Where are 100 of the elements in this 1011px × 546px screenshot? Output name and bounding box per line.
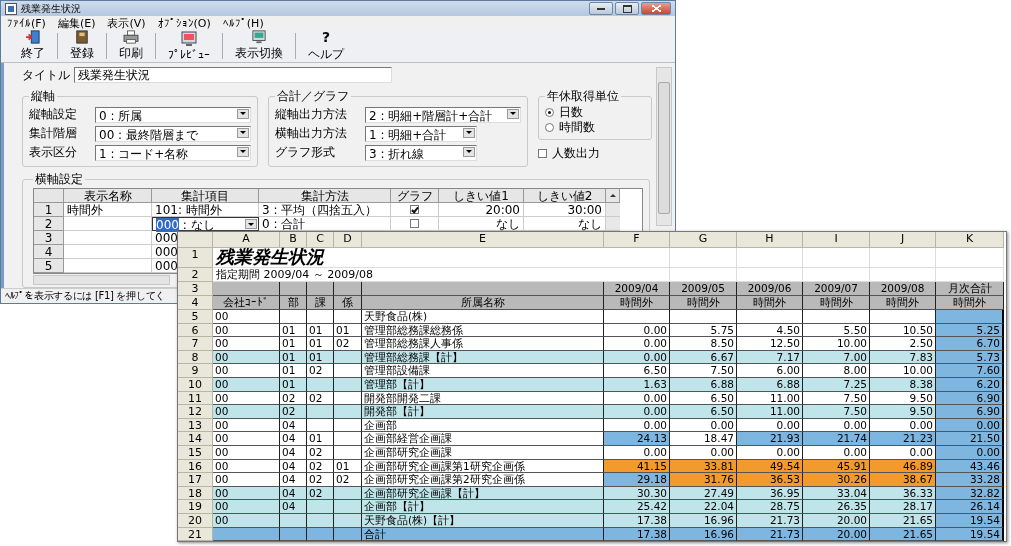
close-button[interactable]: [641, 2, 671, 15]
header-cell: [307, 282, 334, 296]
table-cell: 21.74: [803, 432, 870, 446]
vertical-scrollbar[interactable]: [656, 67, 672, 226]
table-cell: 21.93: [737, 432, 803, 446]
table-cell: [307, 405, 334, 419]
toolbar-button[interactable]: 印刷: [107, 30, 155, 62]
table-cell: 管理部設備課: [362, 364, 604, 378]
checkbox-option[interactable]: 人数出力: [538, 146, 652, 161]
exit-icon: [24, 30, 42, 44]
table-cell: 00: [213, 310, 280, 324]
dropdown-field[interactable]: 1 : コード+名称: [95, 144, 251, 161]
toolbar-button[interactable]: 終了: [9, 30, 57, 62]
header-cell: 会社ｺｰﾄﾞ: [213, 296, 280, 310]
horizontal-scrollbar[interactable]: [33, 275, 170, 285]
column-header: 集計項目: [152, 189, 259, 203]
table-cell: 10.00: [870, 364, 936, 378]
row-number: 19: [178, 500, 213, 514]
title-field[interactable]: 残業発生状況: [74, 67, 392, 83]
table-cell: [803, 310, 870, 324]
book-icon: [73, 30, 91, 44]
table-cell: 6.00: [737, 364, 803, 378]
menu-item[interactable]: 表示(V): [107, 15, 146, 31]
monitor-icon: [250, 30, 268, 44]
table-cell: 31.76: [670, 473, 737, 487]
table-cell: 企画部経営企画課: [362, 432, 604, 446]
header-cell: 2009/06: [737, 282, 803, 296]
field-label: グラフ形式: [275, 144, 336, 161]
column-header[interactable]: J: [870, 232, 936, 248]
checkbox[interactable]: [410, 205, 419, 214]
column-header[interactable]: D: [334, 232, 362, 248]
table-cell: 25.42: [604, 500, 670, 514]
column-header[interactable]: B: [280, 232, 307, 248]
field-label: 横軸出力方法: [275, 125, 348, 142]
dropdown-arrow-icon: [245, 219, 257, 229]
column-header[interactable]: A: [213, 232, 280, 248]
table-cell: [307, 310, 334, 324]
toolbar-button[interactable]: 表示切換: [223, 30, 295, 62]
toolbar-button[interactable]: ? ヘルプ: [296, 30, 356, 62]
column-header[interactable]: H: [737, 232, 803, 248]
menu-item[interactable]: ﾍﾙﾌﾟ(H): [222, 16, 264, 30]
minimize-button[interactable]: [589, 2, 613, 15]
header-cell: 2009/04: [604, 282, 670, 296]
column-header[interactable]: C: [307, 232, 334, 248]
table-cell: 12.50: [737, 337, 803, 351]
row-number: 1: [178, 248, 213, 268]
toolbar-button[interactable]: ﾌﾟﾚﾋﾞｭｰ: [156, 30, 222, 62]
column-header[interactable]: E: [362, 232, 604, 248]
column-header[interactable]: G: [670, 232, 737, 248]
row-number: 4: [178, 296, 213, 310]
field-label: 縦軸設定: [29, 106, 78, 123]
column-header[interactable]: F: [604, 232, 670, 248]
column-header[interactable]: K: [936, 232, 1004, 248]
header-cell: 2009/08: [870, 282, 936, 296]
table-cell: 24.13: [604, 432, 670, 446]
dropdown-field[interactable]: 0 : 所属: [95, 106, 251, 123]
header-cell: 所属名称: [362, 296, 604, 310]
table-cell: 7.60: [936, 364, 1004, 378]
table-cell: [870, 310, 936, 324]
table-cell: [307, 500, 334, 514]
status-text: ﾍﾙﾌﾟを表示するには [F1] を押してく: [5, 289, 165, 303]
column-header: しきい値2: [524, 189, 606, 203]
table-cell: 00: [213, 405, 280, 419]
table-cell: 36.53: [737, 473, 803, 487]
dropdown-field[interactable]: 2 : 明細+階層計+合計: [365, 106, 521, 123]
row-number: 9: [178, 364, 213, 378]
table-cell: 38.67: [870, 473, 936, 487]
printer-icon: [122, 30, 140, 44]
table-cell: [334, 405, 362, 419]
menu-item[interactable]: ﾌｧｲﾙ(F): [7, 16, 46, 30]
menu-item[interactable]: ｵﾌﾟｼｮﾝ(O): [157, 16, 211, 30]
table-cell: 02: [280, 405, 307, 419]
radio-button[interactable]: [545, 123, 554, 132]
radio-button[interactable]: [545, 108, 554, 117]
dropdown-field[interactable]: 3 : 折れ線: [365, 144, 477, 161]
corner-cell: [178, 232, 213, 248]
table-cell: 時間外: [64, 203, 152, 217]
radio-option[interactable]: 日数: [545, 105, 645, 120]
header-cell: [213, 282, 280, 296]
checkbox[interactable]: [538, 149, 547, 158]
header-cell: 時間外: [737, 296, 803, 310]
toolbar-button[interactable]: 登録: [58, 30, 106, 62]
menu-item[interactable]: 編集(E): [57, 15, 96, 31]
table-cell: 01: [307, 432, 334, 446]
scroll-button[interactable]: [606, 189, 620, 203]
maximize-button[interactable]: [615, 2, 639, 15]
table-cell: 33.28: [936, 473, 1004, 487]
row-number: 5: [178, 310, 213, 324]
table-cell: 0.00: [604, 405, 670, 419]
table-cell: 9.50: [870, 405, 936, 419]
dropdown-field[interactable]: 00 : 最終階層まで: [95, 125, 251, 142]
row-number: 1: [34, 203, 64, 217]
checkbox[interactable]: [410, 219, 419, 228]
radio-option[interactable]: 時間数: [545, 120, 645, 135]
table-cell: 3 : 平均（四捨五入）: [259, 203, 391, 217]
table-cell: 28.17: [870, 500, 936, 514]
table-cell: 04: [280, 473, 307, 487]
dropdown-field[interactable]: 1 : 明細+合計: [365, 125, 477, 142]
header-cell: 2009/07: [803, 282, 870, 296]
column-header[interactable]: I: [803, 232, 870, 248]
